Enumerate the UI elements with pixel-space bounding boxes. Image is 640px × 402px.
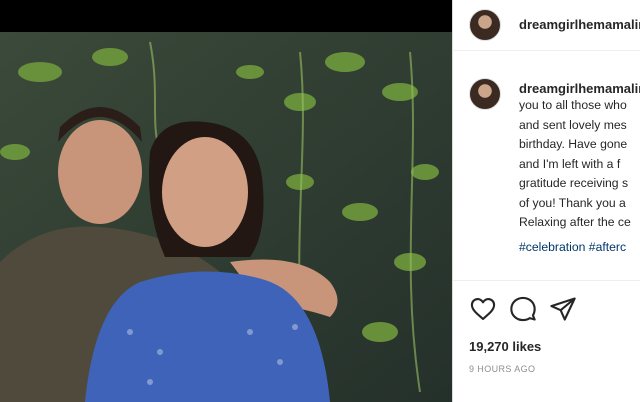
timestamp[interactable]: 9 HOURS AGO [469, 364, 535, 374]
heart-icon[interactable] [469, 295, 497, 323]
caption-avatar[interactable] [469, 78, 501, 110]
post-sidebar: dreamgirlhemamalini dreamgirlhemamalini … [452, 0, 640, 402]
header-username[interactable]: dreamgirlhemamalini [519, 17, 640, 32]
caption-line: birthday. Have gone [519, 137, 628, 151]
avatar[interactable] [469, 9, 501, 41]
share-icon[interactable] [549, 295, 577, 323]
caption-line: and I'm left with a f [519, 156, 621, 171]
post-photo[interactable] [0, 32, 452, 402]
caption-line: of you! Thank you a [519, 195, 626, 210]
hashtags[interactable]: #celebration #afterc [519, 240, 626, 254]
comment-icon[interactable] [509, 295, 537, 323]
action-bar: 19,270 likes 9 HOURS AGO [453, 280, 640, 402]
post-header: dreamgirlhemamalini [453, 0, 640, 51]
caption-username[interactable]: dreamgirlhemamalini [519, 81, 640, 96]
like-count[interactable]: 19,270 likes [469, 339, 541, 354]
caption-line: Relaxing after the ce [519, 215, 631, 229]
caption-line: you to all those who [519, 98, 627, 112]
caption-line: and sent lovely mes [519, 117, 627, 132]
caption-text: you to all those who and sent lovely mes… [519, 96, 640, 233]
post-image [0, 32, 452, 402]
caption-line: gratitude receiving s [519, 176, 629, 190]
top-bar [0, 0, 452, 32]
